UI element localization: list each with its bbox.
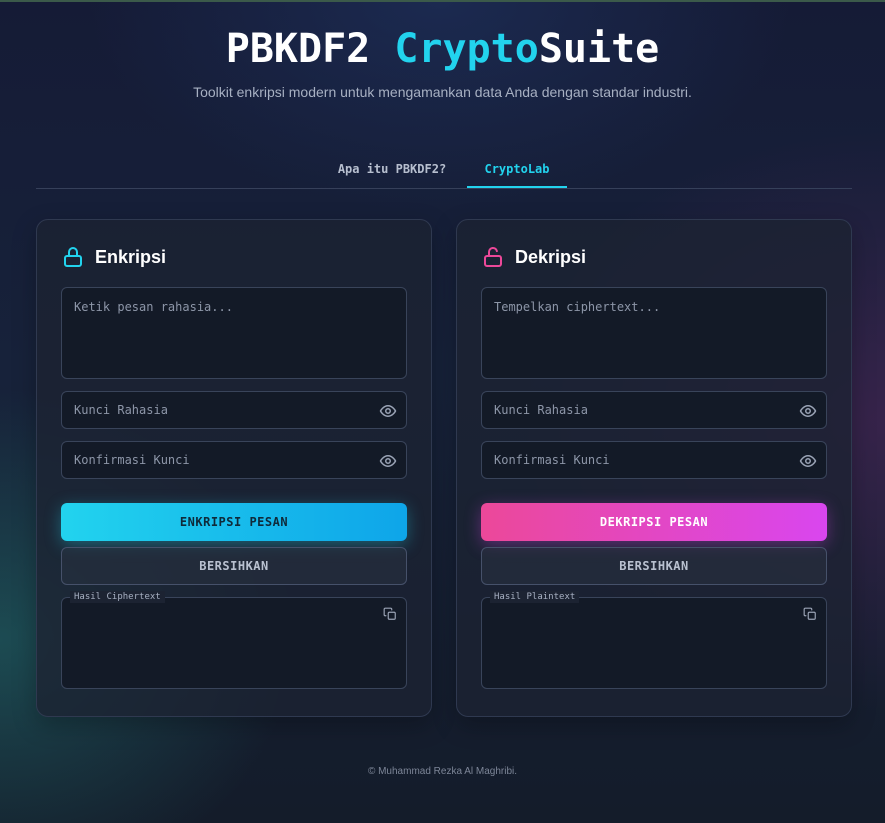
eye-icon[interactable] (799, 402, 817, 420)
tab-bar: Apa itu PBKDF2? CryptoLab (36, 152, 852, 189)
ciphertext-output-label: Hasil Ciphertext (70, 591, 165, 603)
decrypt-title: Dekripsi (515, 246, 587, 267)
decrypt-confirm-field (481, 441, 827, 479)
decrypt-key-field (481, 391, 827, 429)
decrypt-button[interactable]: DEKRIPSI PESAN (481, 503, 827, 541)
ciphertext-output[interactable]: Hasil Ciphertext (61, 591, 407, 689)
decrypt-clear-button[interactable]: BERSIHKAN (481, 547, 827, 585)
lock-closed-icon (64, 247, 82, 267)
tab-cryptolab[interactable]: CryptoLab (467, 152, 567, 188)
encrypt-button[interactable]: ENKRIPSI PESAN (61, 503, 407, 541)
encrypt-message-field (61, 287, 407, 379)
encrypt-confirm-field (61, 441, 407, 479)
copy-icon[interactable] (803, 607, 817, 621)
encrypt-message-input[interactable] (62, 288, 406, 378)
encrypt-card-header: Enkripsi (61, 244, 166, 270)
title-part2: Suite (538, 26, 660, 72)
tab-about-pbkdf2[interactable]: Apa itu PBKDF2? (331, 152, 453, 188)
eye-icon[interactable] (379, 452, 397, 470)
encrypt-key-input[interactable] (62, 392, 406, 428)
eye-icon[interactable] (379, 402, 397, 420)
lock-open-icon (484, 247, 502, 267)
encrypt-card: Enkripsi ENKRIPSI PESAN BERSIHKAN Hasil … (36, 219, 432, 717)
top-border (0, 0, 885, 2)
decrypt-key-input[interactable] (482, 392, 826, 428)
title-accent: Crypto (394, 26, 539, 72)
plaintext-output[interactable]: Hasil Plaintext (481, 591, 827, 689)
encrypt-confirm-input[interactable] (62, 442, 406, 478)
decrypt-message-input[interactable] (482, 288, 826, 378)
copy-icon[interactable] (383, 607, 397, 621)
footer-credit: © Muhammad Rezka Al Maghribi. (367, 766, 518, 777)
page-title: PBKDF2 CryptoSuite (0, 26, 885, 72)
decrypt-card: Dekripsi DEKRIPSI PESAN BERSIHKAN Hasil … (456, 219, 852, 717)
eye-icon[interactable] (799, 452, 817, 470)
encrypt-title: Enkripsi (95, 246, 167, 267)
encrypt-clear-button[interactable]: BERSIHKAN (61, 547, 407, 585)
encrypt-key-field (61, 391, 407, 429)
decrypt-card-header: Dekripsi (481, 244, 586, 270)
title-part1: PBKDF2 (225, 26, 395, 72)
decrypt-confirm-input[interactable] (482, 442, 826, 478)
plaintext-output-label: Hasil Plaintext (490, 591, 580, 603)
decrypt-message-field (481, 287, 827, 379)
page-subtitle: Toolkit enkripsi modern untuk mengamanka… (193, 84, 692, 100)
